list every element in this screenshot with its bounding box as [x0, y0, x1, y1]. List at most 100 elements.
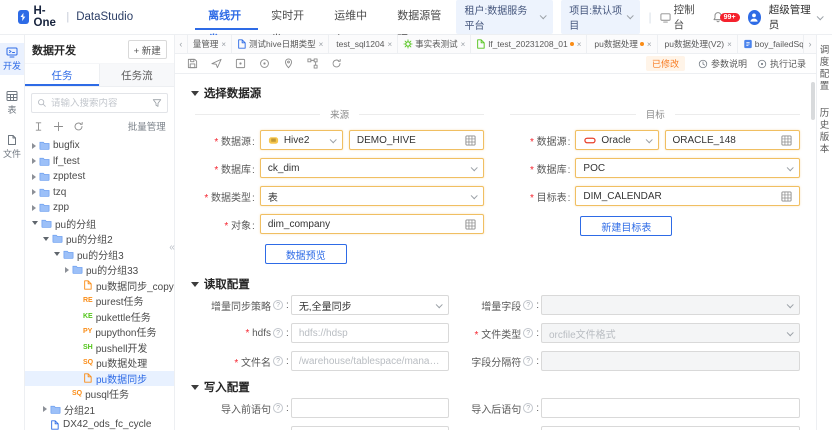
field-select[interactable]: ck_dim [260, 158, 485, 178]
field-input[interactable]: DEMO_HIVE [349, 130, 485, 150]
nav-item[interactable]: 离线开发 [195, 4, 258, 30]
tree-item[interactable]: DX42_ods_fc_cycle [25, 417, 174, 430]
field-input[interactable] [291, 398, 449, 418]
tree-item[interactable]: REpurest任务 [25, 293, 174, 309]
tree-item[interactable]: pu的分组3 [25, 247, 174, 263]
collapse-arrow-icon[interactable] [32, 221, 38, 225]
schedule-config-tab[interactable]: 调度配置 [820, 45, 830, 92]
rail-item-文件[interactable]: 文件 [0, 131, 24, 163]
tree-item[interactable]: pu的分组33 [25, 262, 174, 278]
create-target-table-button[interactable]: 新建目标表 [580, 216, 672, 236]
close-icon[interactable]: × [577, 40, 582, 49]
content-scrollbar[interactable] [811, 82, 815, 120]
expand-arrow-icon[interactable] [32, 158, 36, 164]
user-menu[interactable]: 超级管理员 [769, 2, 822, 32]
new-task-button[interactable]: + 新建 [128, 40, 167, 59]
target-icon[interactable] [259, 58, 270, 69]
nav-item[interactable]: 运维中心 [321, 4, 384, 30]
tab-scroll-left-icon[interactable]: ‹ [175, 35, 188, 53]
expand-arrow-icon[interactable] [32, 143, 36, 149]
editor-tab[interactable]: lf_test_20231208_01× [471, 35, 587, 53]
search-input[interactable] [51, 98, 148, 109]
expand-arrow-icon[interactable] [32, 205, 36, 211]
add-icon[interactable] [53, 121, 64, 132]
help-icon[interactable]: ? [273, 328, 283, 338]
field-input[interactable] [541, 398, 800, 418]
expand-arrow-icon[interactable] [32, 174, 36, 180]
table-pick-icon[interactable] [781, 135, 792, 146]
nav-item[interactable]: 实时开发 [258, 4, 321, 30]
close-icon[interactable]: × [647, 40, 652, 49]
editor-tab[interactable]: 测试hive日期类型× [232, 35, 329, 53]
table-pick-icon[interactable] [781, 191, 792, 202]
tree-item[interactable]: zpptest [25, 169, 174, 185]
field-select[interactable]: 表 [260, 186, 485, 206]
close-icon[interactable]: × [319, 40, 324, 49]
editor-tab[interactable]: 事实表测试× [398, 35, 471, 53]
publish-icon[interactable] [211, 58, 222, 69]
close-icon[interactable]: × [461, 40, 466, 49]
expand-arrow-icon[interactable] [65, 267, 69, 273]
close-icon[interactable]: × [221, 40, 226, 49]
tree-item[interactable]: pu数据同步_copy [25, 278, 174, 294]
editor-tab[interactable]: test_sql1204× [329, 35, 398, 53]
rail-item-表[interactable]: 表 [0, 87, 24, 119]
tree-item[interactable]: zpp [25, 200, 174, 216]
close-icon[interactable]: × [387, 40, 392, 49]
tree-item[interactable]: SHpushell开发 [25, 340, 174, 356]
batch-manage-link[interactable]: 批量管理 [128, 119, 166, 133]
tab-scroll-right-icon[interactable]: › [803, 35, 816, 53]
field-input[interactable]: DIM_CALENDAR [575, 186, 800, 206]
field-input[interactable]: hdfs://hdsp [291, 323, 449, 343]
table-pick-icon[interactable] [465, 219, 476, 230]
field-input[interactable]: 1024 [291, 426, 449, 430]
sidebar-tab-任务[interactable]: 任务 [25, 64, 99, 86]
tree-item[interactable]: SQpusql任务 [25, 386, 174, 402]
help-icon[interactable]: ? [523, 403, 533, 413]
field-input[interactable] [541, 351, 800, 371]
section-title-2[interactable]: 读取配置 [191, 276, 800, 292]
help-icon[interactable]: ? [273, 403, 283, 413]
package-icon[interactable] [235, 58, 246, 69]
help-icon[interactable]: ? [523, 356, 533, 366]
field-input[interactable]: /warehouse/tablespace/managed/hive/ck_di… [291, 351, 449, 371]
editor-tab[interactable]: boy_failedSql× [738, 35, 803, 53]
field-select[interactable]: Hive2 [260, 130, 343, 150]
expand-icon[interactable] [33, 121, 44, 132]
help-icon[interactable]: ? [273, 300, 283, 310]
notifications-button[interactable]: 99+ [712, 11, 740, 23]
help-icon[interactable]: ? [523, 300, 533, 310]
help-icon[interactable]: ? [273, 356, 283, 366]
rail-item-开发[interactable]: 开发 [0, 43, 24, 75]
tenant-selector[interactable]: 租户:数据服务平台 [456, 0, 553, 34]
avatar[interactable] [748, 10, 761, 25]
field-select[interactable]: insert into [541, 426, 800, 430]
close-icon[interactable]: × [727, 40, 732, 49]
save-icon[interactable] [187, 58, 198, 69]
tree-item[interactable]: KEpukettle任务 [25, 309, 174, 325]
tree-item[interactable]: lf_test [25, 154, 174, 170]
section-title-1[interactable]: 选择数据源 [191, 85, 800, 101]
editor-tab[interactable]: pu数据处理(V2)× [658, 35, 738, 53]
project-selector[interactable]: 项目:默认项目 [561, 0, 640, 34]
editor-tab[interactable]: 量管理× [188, 35, 232, 53]
nav-item[interactable]: 数据源管理 [384, 4, 456, 30]
refresh-small-icon[interactable] [73, 121, 84, 132]
dag-icon[interactable] [307, 58, 318, 69]
tree-item[interactable]: tzq [25, 185, 174, 201]
field-input[interactable]: ORACLE_148 [665, 130, 801, 150]
expand-arrow-icon[interactable] [32, 189, 36, 195]
table-pick-icon[interactable] [465, 135, 476, 146]
field-select[interactable]: 无,全量同步 [291, 295, 449, 315]
field-select[interactable]: orcfile文件格式 [541, 323, 800, 343]
data-preview-button[interactable]: 数据预览 [265, 244, 347, 264]
tree-item[interactable]: SQpu数据处理 [25, 355, 174, 371]
section-title-3[interactable]: 写入配置 [191, 379, 800, 395]
refresh-icon[interactable] [331, 58, 342, 69]
field-select[interactable]: Oracle [575, 130, 658, 150]
field-input[interactable]: dim_company [260, 214, 485, 234]
tree-item[interactable]: pu的分组2 [25, 231, 174, 247]
collapse-arrow-icon[interactable] [54, 252, 60, 256]
tree-item[interactable]: pu数据同步 [25, 371, 174, 387]
sidebar-tab-任务流[interactable]: 任务流 [99, 64, 174, 86]
